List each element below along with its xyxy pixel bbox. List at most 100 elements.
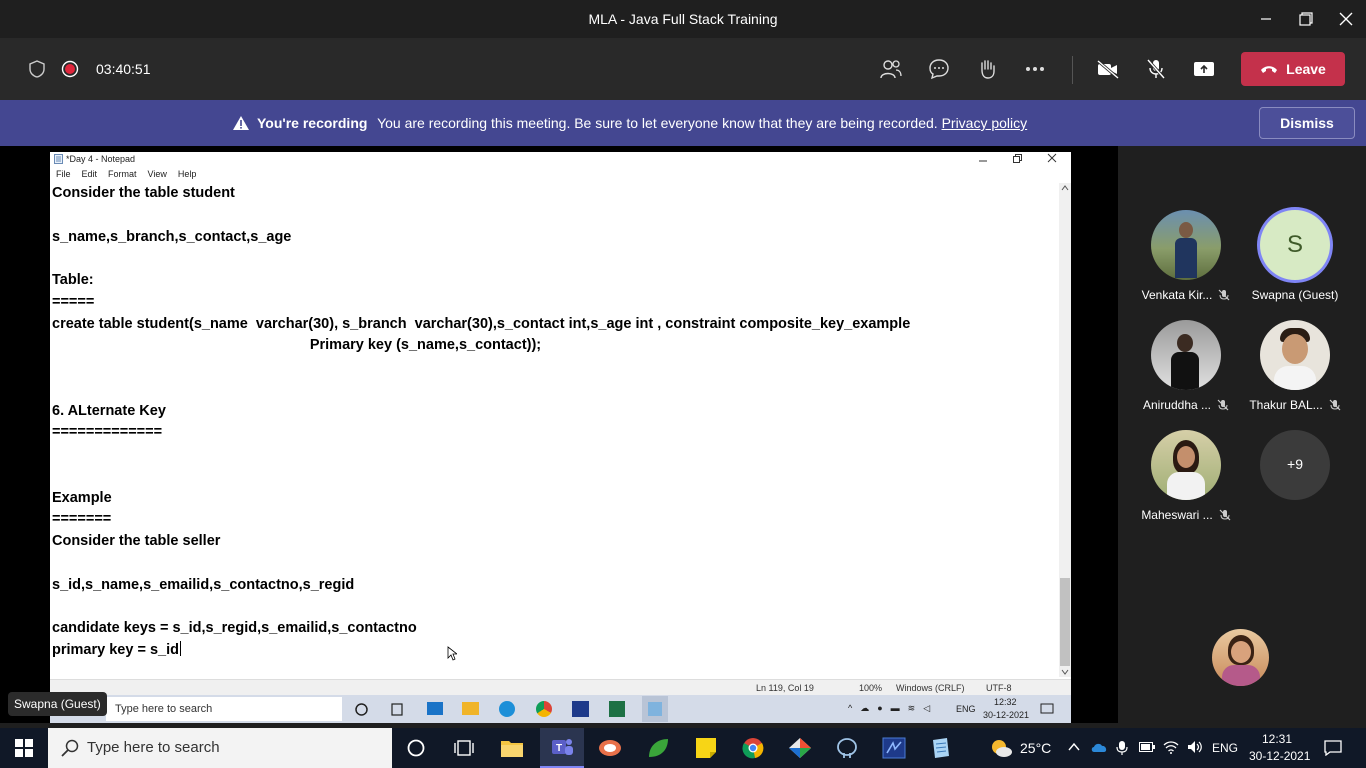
self-view-avatar[interactable] (1212, 629, 1269, 686)
taskbar-search-box[interactable]: Type here to search (48, 728, 392, 768)
onedrive-icon[interactable] (1090, 741, 1108, 753)
zoom-level: 100% (859, 683, 883, 693)
postgres-button[interactable] (835, 736, 859, 760)
task-view-button[interactable] (452, 736, 476, 760)
shared-cloud-icon: ☁ (860, 703, 870, 713)
shared-cortana-icon (355, 703, 368, 716)
search-icon (61, 739, 79, 757)
privacy-policy-link[interactable]: Privacy policy (942, 115, 1028, 131)
text-line: Consider the table student (52, 185, 235, 201)
text-line: ======= (52, 511, 112, 528)
wifi-icon[interactable] (1163, 740, 1179, 754)
scrollbar-thumb[interactable] (1060, 578, 1070, 666)
windows-taskbar: Type here to search T 25°C ENG 12:31 30-… (0, 728, 1366, 768)
shared-taskbar-search: Type here to search (106, 697, 342, 721)
notepad-scrollbar[interactable] (1059, 183, 1071, 677)
microphone-tray-icon[interactable] (1116, 740, 1128, 756)
cortana-button[interactable] (404, 736, 428, 760)
volume-icon[interactable] (1187, 740, 1203, 754)
sticky-notes-button[interactable] (694, 736, 718, 760)
leaf-app-icon (649, 739, 668, 757)
participant-avatar (1260, 320, 1330, 390)
microphone-button[interactable] (1143, 57, 1169, 81)
participant-tile[interactable]: Thakur BAL... (1245, 320, 1345, 412)
menu-help[interactable]: Help (178, 169, 197, 179)
shared-edge-icon (499, 701, 515, 717)
input-language[interactable]: ENG (1212, 741, 1238, 755)
elephant-icon (837, 738, 857, 758)
leave-button[interactable]: Leave (1241, 52, 1345, 86)
menu-edit[interactable]: Edit (82, 169, 98, 179)
reactions-button[interactable] (974, 57, 1000, 81)
menu-file[interactable]: File (56, 169, 71, 179)
clock-date[interactable]: 30-12-2021 (1249, 749, 1310, 763)
warning-icon (233, 116, 249, 130)
notepad-close-icon[interactable] (1047, 153, 1057, 163)
people-icon (880, 60, 902, 79)
snipping-tool-icon (599, 740, 621, 756)
shared-wifi-icon: ≋ (907, 703, 916, 713)
teams-taskbar-button[interactable]: T (540, 728, 584, 768)
notepad-text-area[interactable]: Consider the table student s_name,s_bran… (52, 183, 1057, 675)
participant-tile[interactable]: Venkata Kir... (1136, 210, 1236, 302)
weather-icon[interactable] (989, 736, 1013, 760)
text-line: 6. ALternate Key (52, 402, 166, 419)
dismiss-button[interactable]: Dismiss (1259, 107, 1355, 139)
notepad-window: *Day 4 - Notepad File Edit Format View H… (50, 152, 1071, 695)
weather-temperature[interactable]: 25°C (1020, 740, 1051, 756)
recording-indicator-icon (57, 57, 83, 81)
folder-icon (501, 741, 523, 757)
text-caret (179, 640, 181, 656)
close-icon (1339, 12, 1353, 26)
share-screen-button[interactable] (1191, 57, 1217, 81)
text-line: s_name,s_branch,s_contact,s_age (52, 228, 292, 245)
participant-tile[interactable]: S Swapna (Guest) (1245, 210, 1345, 302)
shared-chevron-up-icon: ^ (848, 703, 853, 713)
notepad-statusbar: Ln 119, Col 19 100% Windows (CRLF) UTF-8 (50, 679, 1071, 695)
chat-button[interactable] (926, 57, 952, 81)
start-button[interactable] (12, 736, 36, 760)
participants-button[interactable] (878, 57, 904, 81)
participant-tile[interactable]: Aniruddha ... (1136, 320, 1236, 412)
close-button[interactable] (1326, 0, 1366, 38)
battery-icon[interactable] (1139, 742, 1155, 752)
notepad-restore-icon[interactable] (1013, 154, 1022, 163)
more-actions-button[interactable] (1022, 57, 1048, 81)
notification-center-icon[interactable] (1324, 740, 1342, 756)
encoding: UTF-8 (986, 683, 1012, 693)
more-participants-button[interactable]: +9 (1245, 430, 1345, 500)
blue-app-button[interactable] (882, 736, 906, 760)
shared-mail-icon (427, 702, 443, 715)
camera-button[interactable] (1095, 57, 1121, 81)
shared-mic-icon: ● (877, 703, 883, 713)
participant-tile[interactable]: Maheswari ... (1136, 430, 1236, 522)
chevron-up-icon[interactable] (1068, 742, 1080, 752)
notepad-menubar: File Edit Format View Help (56, 169, 196, 179)
restore-button[interactable] (1286, 0, 1326, 38)
notepad-icon (54, 154, 63, 164)
shared-battery-icon: ▬ (890, 703, 900, 713)
snipping-tool-button[interactable] (598, 736, 622, 760)
cortana-icon (407, 739, 425, 757)
text-line: candidate keys = s_id,s_regid,s_emailid,… (52, 620, 417, 636)
shared-notification-icon (1040, 703, 1054, 714)
banner-headline: You're recording (257, 115, 368, 131)
menu-format[interactable]: Format (108, 169, 137, 179)
text-line: Example (52, 489, 112, 506)
notepad-minimize-icon[interactable] (979, 156, 987, 164)
green-app-button[interactable] (646, 736, 670, 760)
toolbar-divider (1072, 56, 1073, 84)
git-app-button[interactable] (788, 736, 812, 760)
shared-taskbar: Type here to search ^ ☁ ● ▬ ≋ ◁ ENG 12:3… (50, 695, 1071, 723)
chrome-button[interactable] (741, 736, 765, 760)
minimize-button[interactable] (1246, 0, 1286, 38)
svg-text:T: T (556, 743, 562, 754)
shared-app-icon (572, 701, 589, 717)
meeting-toolbar: 03:40:51 Leave (0, 38, 1366, 100)
cursor-position: Ln 119, Col 19 (756, 683, 814, 693)
scroll-down-icon (1061, 669, 1069, 675)
file-explorer-button[interactable] (500, 736, 524, 760)
menu-view[interactable]: View (148, 169, 167, 179)
notepad-taskbar-button[interactable] (928, 736, 952, 760)
clock-time[interactable]: 12:31 (1262, 732, 1292, 746)
